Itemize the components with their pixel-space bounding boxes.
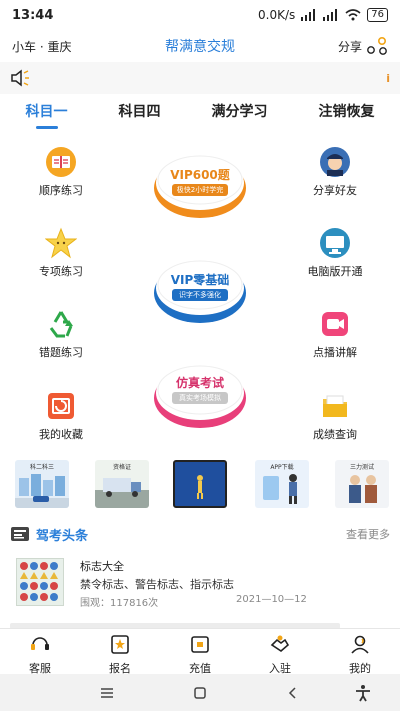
tab-subject-one[interactable]: 科目一 xyxy=(22,97,72,129)
status-time: 13:44 xyxy=(12,7,54,23)
police-avatar-icon xyxy=(319,146,351,178)
vip600-title: VIP600题 xyxy=(170,168,230,182)
video-lecture-button[interactable]: 点播讲解 xyxy=(290,308,380,360)
notice-bar: i xyxy=(0,62,400,94)
user-icon xyxy=(351,635,369,654)
network-speed: 0.0K/s xyxy=(258,8,296,22)
banner-center[interactable] xyxy=(173,460,227,508)
special-practice-label: 专项练习 xyxy=(39,265,83,278)
favorites-icon xyxy=(45,390,77,422)
driving-yard-image xyxy=(15,474,69,508)
bottom-nav: 客服 报名 充值 入驻 我的 xyxy=(0,628,400,675)
nav-mine[interactable]: 我的 xyxy=(320,629,400,675)
share-friends-button[interactable]: 分享好友 xyxy=(290,146,380,198)
figure-image xyxy=(197,475,203,499)
mock-exam-disc[interactable]: 仿真考试 真实考场模拟 xyxy=(150,360,250,430)
wifi-icon xyxy=(345,9,361,21)
banner-app-download[interactable]: APP下载 xyxy=(255,460,309,508)
special-practice-button[interactable]: 专项练习 xyxy=(16,227,106,279)
elderly-couple-image xyxy=(349,475,377,503)
score-query-button[interactable]: 成绩查询 xyxy=(290,390,380,442)
nav-recharge[interactable]: 充值 xyxy=(160,629,240,675)
share-label: 分享 xyxy=(337,39,362,54)
accessibility-icon[interactable] xyxy=(354,684,372,702)
my-favorites-button[interactable]: 我的收藏 xyxy=(16,390,106,442)
vip-zero-title: VIP零基础 xyxy=(170,273,230,287)
order-practice-label: 顺序练习 xyxy=(39,184,83,197)
video-icon xyxy=(319,308,351,340)
tab-subject-four[interactable]: 科目四 xyxy=(115,97,165,129)
vip-zero-disc[interactable]: VIP零基础 识字不多强化 xyxy=(150,255,250,325)
pc-open-button[interactable]: 电脑版开通 xyxy=(290,227,380,279)
subject-tabs: 科目一 科目四 满分学习 注销恢复 xyxy=(0,96,400,130)
recycle-icon xyxy=(45,308,77,340)
news-title: 标志大全 xyxy=(80,560,124,573)
video-lecture-label: 点播讲解 xyxy=(313,346,357,359)
app-bar: 小车 · 重庆 帮满意交规 分享 xyxy=(0,30,400,62)
tab-cancel-restore[interactable]: 注销恢复 xyxy=(315,97,379,129)
vip-zero-subtitle: 识字不多强化 xyxy=(172,289,228,301)
banner-subject-two-three[interactable]: 科二科三 xyxy=(15,460,69,508)
score-query-label: 成绩查询 xyxy=(313,428,357,441)
news-item[interactable]: 标志大全 禁令标志、警告标志、指示标志 围观：117816次 2021—10—1… xyxy=(0,556,400,612)
news-description: 禁令标志、警告标志、指示标志 xyxy=(80,578,234,591)
news-icon xyxy=(11,527,29,541)
monitor-icon xyxy=(319,227,351,259)
headset-icon xyxy=(31,637,49,650)
banner-three-ability-test[interactable]: 三力测试 xyxy=(335,460,389,508)
book-icon xyxy=(45,146,77,178)
share-icon xyxy=(367,36,387,55)
share-button[interactable]: 分享 xyxy=(338,36,388,56)
mock-exam-subtitle: 真实考场模拟 xyxy=(172,392,228,404)
vip600-disc[interactable]: VIP600题 极快2小时学完 xyxy=(150,150,250,220)
status-bar: 13:44 0.0K/s 76 xyxy=(0,0,400,30)
truck-image xyxy=(95,478,149,508)
nav-customer-service[interactable]: 客服 xyxy=(0,629,80,675)
star-icon xyxy=(45,227,77,259)
headlines-title: 驾考头条 xyxy=(36,528,89,544)
signal-icon xyxy=(301,9,316,21)
my-favorites-label: 我的收藏 xyxy=(39,428,83,441)
home-icon[interactable] xyxy=(191,684,209,702)
traffic-signs-image xyxy=(20,562,58,601)
headlines-header: 驾考头条 查看更多 xyxy=(0,522,400,546)
news-thumbnail xyxy=(16,558,64,606)
system-nav-bar xyxy=(0,674,400,711)
mock-exam-title: 仿真考试 xyxy=(175,376,224,390)
location-selector[interactable]: 小车 · 重庆 xyxy=(12,38,71,55)
speaker-icon[interactable] xyxy=(10,69,36,87)
see-more-link[interactable]: 查看更多 xyxy=(346,526,390,542)
news-views: 围观：117816次 xyxy=(80,598,159,609)
signal-icon-2 xyxy=(323,9,338,21)
status-indicators: 0.0K/s 76 xyxy=(258,8,388,22)
vip600-subtitle: 极快2小时学完 xyxy=(172,184,228,196)
news-date: 2021—10—12 xyxy=(236,594,307,605)
folder-icon xyxy=(319,390,351,422)
menu-icon[interactable] xyxy=(98,684,116,702)
tab-full-score[interactable]: 满分学习 xyxy=(208,97,272,129)
back-icon[interactable] xyxy=(284,684,302,702)
app-download-image xyxy=(263,474,297,504)
nav-join[interactable]: 入驻 xyxy=(240,629,320,675)
info-icon[interactable]: i xyxy=(386,72,390,85)
pc-open-label: 电脑版开通 xyxy=(307,265,363,278)
wrong-practice-button[interactable]: 错题练习 xyxy=(16,308,106,360)
battery-indicator: 76 xyxy=(367,8,388,22)
share-friends-label: 分享好友 xyxy=(313,184,357,197)
signup-icon xyxy=(111,635,129,654)
handshake-icon xyxy=(270,635,290,653)
wrong-practice-label: 错题练习 xyxy=(39,346,83,359)
nav-signup[interactable]: 报名 xyxy=(80,629,160,675)
banner-qualification[interactable]: 资格证 xyxy=(95,460,149,508)
recharge-icon xyxy=(191,636,209,653)
order-practice-button[interactable]: 顺序练习 xyxy=(16,146,106,198)
